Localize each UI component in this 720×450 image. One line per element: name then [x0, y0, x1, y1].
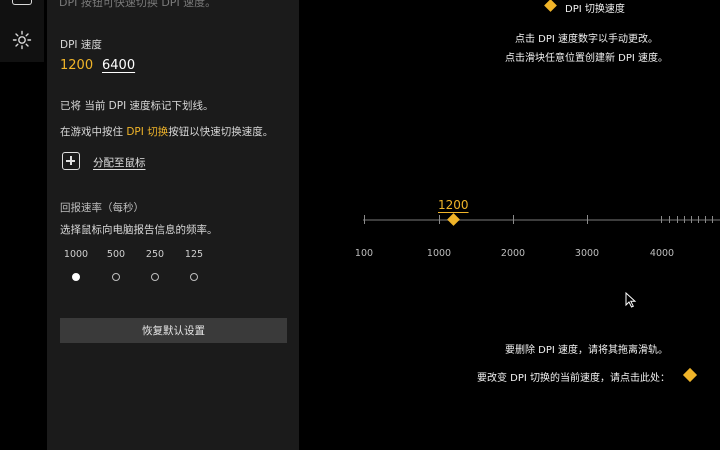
marked-note: 已将 当前 DPI 速度标记下划线。: [60, 100, 214, 112]
legend-label: DPI 切换速度: [565, 4, 625, 15]
delete-hint: 要删除 DPI 速度，请将其拖离滑轨。: [505, 345, 669, 356]
axis-label-2000: 2000: [500, 248, 526, 259]
rate-label-125: 125: [184, 249, 204, 260]
rate-radio-500[interactable]: [112, 273, 120, 281]
slider-tick: [669, 216, 670, 223]
slider-tick: [364, 215, 365, 224]
slider-tick: [587, 215, 588, 224]
slider-tick: [691, 216, 692, 223]
settings-panel: DPI 按钮可快速切换 DPI 速度。 DPI 速度 1200 6400 已将 …: [47, 0, 299, 450]
cut-off-text: DPI 按钮可快速切换 DPI 速度。: [59, 0, 217, 9]
rate-desc: 选择鼠标向电脑报告信息的频率。: [60, 224, 218, 236]
axis-label-100: 100: [354, 248, 374, 259]
rate-radio-1000[interactable]: [72, 273, 80, 281]
slider-tick: [684, 216, 685, 223]
slider-current-value[interactable]: 1200: [438, 198, 469, 212]
slider-tick: [513, 215, 514, 224]
diamond-icon[interactable]: [682, 367, 698, 383]
hint-prefix: 在游戏中按住: [60, 126, 127, 138]
device-icon[interactable]: [12, 0, 32, 5]
assign-to-mouse-link[interactable]: 分配至鼠标: [93, 155, 146, 170]
slider-tick: [705, 216, 706, 223]
hint-accent: DPI 切换: [126, 126, 169, 138]
hint-suffix: 按钮以快速切换速度。: [168, 126, 274, 138]
axis-label-4000: 4000: [649, 248, 675, 259]
slider-knob[interactable]: [447, 213, 460, 226]
slider-tick: [439, 215, 440, 224]
rail-spacer: [0, 62, 47, 450]
rate-label-250: 250: [145, 249, 165, 260]
gear-icon[interactable]: [12, 30, 32, 50]
change-hint: 要改变 DPI 切换的当前速度，请点击此处：: [477, 373, 671, 384]
slider-tick: [677, 216, 678, 223]
dpi-slider-track[interactable]: [363, 219, 720, 221]
instruction-1: 点击 DPI 速度数字以手动更改。: [515, 34, 659, 45]
axis-label-1000: 1000: [426, 248, 452, 259]
slider-tick: [712, 216, 713, 223]
rate-label-500: 500: [106, 249, 126, 260]
plus-icon[interactable]: [62, 152, 80, 170]
slider-tick: [661, 216, 662, 223]
rate-label-1000: 1000: [63, 249, 89, 260]
dpi-value-2-current[interactable]: 6400: [102, 58, 135, 73]
axis-label-3000: 3000: [574, 248, 600, 259]
dpi-value-1[interactable]: 1200: [60, 58, 93, 73]
reset-defaults-button[interactable]: 恢复默认设置: [60, 318, 287, 343]
left-nav-rail: [0, 0, 44, 62]
diamond-icon: [544, 0, 557, 12]
dpi-section-title: DPI 速度: [60, 39, 102, 51]
cursor-icon: [625, 292, 637, 308]
rate-radio-250[interactable]: [151, 273, 159, 281]
instruction-2: 点击滑块任意位置创建新 DPI 速度。: [505, 53, 669, 64]
rate-title: 回报速率（每秒）: [60, 202, 144, 214]
rate-radio-125[interactable]: [190, 273, 198, 281]
hint-text: 在游戏中按住 DPI 切换按钮以快速切换速度。: [60, 124, 273, 139]
slider-tick: [698, 216, 699, 223]
